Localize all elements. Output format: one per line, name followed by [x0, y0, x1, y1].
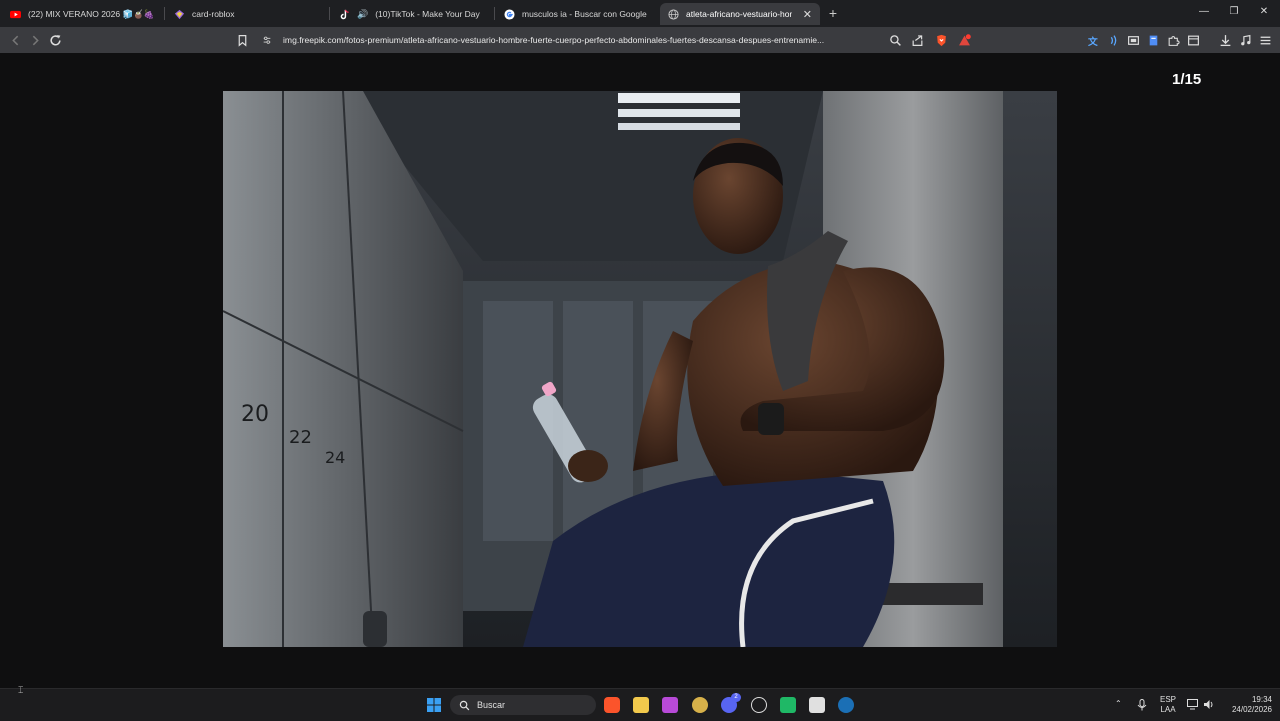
app-icon-gold[interactable] [692, 697, 708, 713]
brave-lion-icon [936, 34, 946, 46]
hamburger-menu-icon [1260, 36, 1270, 44]
globe-icon [668, 8, 679, 20]
tab-title: musculos ia - Buscar con Google [522, 9, 647, 19]
tiktok-icon [340, 9, 349, 19]
back-button[interactable] [8, 33, 22, 47]
read-aloud-extension[interactable] [1106, 33, 1120, 47]
google-icon [504, 8, 515, 20]
locker-number: 24 [325, 448, 345, 467]
roblox-icon [174, 9, 185, 19]
minimize-icon[interactable]: — [1197, 5, 1211, 19]
tab-tiktok[interactable]: 🔊 (10)TikTok - Make Your Day [331, 3, 491, 25]
steam-icon[interactable] [838, 697, 854, 713]
translate-extension[interactable]: 文 [1087, 33, 1101, 47]
share-button[interactable] [910, 33, 924, 47]
app-icon-outline[interactable] [751, 697, 767, 713]
tab-title: (10)TikTok - Make Your Day [375, 9, 480, 19]
windows-taskbar: ⌶ Buscar 2 ⌃ ESP LAA 19:34 24/02/2026 [0, 685, 1280, 721]
tab-freepik-image[interactable]: atleta-africano-vestuario-hombre ✕ [660, 3, 820, 25]
new-tab-button[interactable]: + [826, 4, 840, 22]
sound-waves-icon [1110, 34, 1116, 46]
tab-divider [164, 7, 165, 20]
bookmark-button[interactable] [235, 33, 249, 47]
restore-icon[interactable]: ❐ [1227, 5, 1241, 19]
extension-button-2[interactable] [1146, 33, 1160, 47]
sidebar-icon [1187, 35, 1199, 45]
close-window-icon[interactable]: ✕ [1257, 5, 1271, 19]
url-text[interactable]: img.freepik.com/fotos-premium/atleta-afr… [283, 35, 883, 45]
language-indicator[interactable]: ESP LAA [1160, 695, 1176, 715]
discord-badge: 2 [731, 693, 741, 702]
image-counter: 1/15 [1172, 71, 1202, 88]
extensions-button[interactable] [1166, 33, 1180, 47]
download-icon [1220, 34, 1230, 46]
tab-strip: (22) MIX VERANO 2026 🧊🧉🍇 (D/ card-roblox… [0, 0, 1280, 27]
youtube-icon [10, 10, 21, 18]
photo-illustration: 20 22 24 [223, 91, 1057, 647]
microphone-icon[interactable] [1137, 699, 1147, 711]
zoom-button[interactable] [888, 33, 902, 47]
taskbar-search[interactable]: Buscar [450, 695, 596, 715]
network-icon[interactable] [1187, 699, 1199, 710]
address-bar[interactable]: img.freepik.com/fotos-premium/atleta-afr… [256, 30, 883, 50]
forward-button[interactable] [28, 33, 42, 47]
search-icon [459, 700, 470, 710]
brave-shields-button[interactable] [934, 33, 948, 47]
keyboard-layout: LAA [1160, 705, 1176, 714]
app-icon-white[interactable] [809, 697, 825, 713]
music-icon [1240, 34, 1250, 45]
site-settings-icon[interactable] [262, 35, 272, 45]
translate-icon: 文 [1088, 34, 1098, 46]
language-code: ESP [1160, 695, 1177, 704]
locker-room-athlete-photo[interactable]: 20 22 24 [223, 91, 1057, 647]
bookmark-icon [238, 34, 246, 47]
volume-icon[interactable] [1203, 699, 1215, 710]
tab-title: card-roblox [192, 9, 235, 19]
sidebar-button[interactable] [1186, 33, 1200, 47]
windows-start-icon[interactable] [426, 697, 442, 713]
tab-title: atleta-africano-vestuario-hombre [686, 9, 792, 19]
speaker-icon[interactable]: 🔊 [357, 9, 368, 20]
forward-arrow-icon [32, 35, 39, 45]
file-explorer-icon[interactable] [633, 697, 649, 713]
tab-divider [494, 7, 495, 20]
tab-roblox[interactable]: card-roblox [166, 3, 326, 25]
tab-google[interactable]: musculos ia - Buscar con Google [496, 3, 656, 25]
close-tab-icon[interactable]: ✕ [803, 8, 812, 21]
locker-number: 22 [289, 427, 312, 448]
reload-button[interactable] [48, 33, 62, 47]
media-button[interactable] [1238, 33, 1252, 47]
reload-icon [49, 34, 61, 45]
app-icon-green[interactable] [780, 697, 796, 713]
locker-number: 20 [241, 402, 269, 427]
downloads-button[interactable] [1218, 33, 1232, 47]
cursor-icon: ⌶ [18, 685, 24, 695]
brave-rewards-button[interactable] [957, 33, 971, 47]
rewards-triangle-icon [958, 33, 971, 45]
share-icon [912, 34, 922, 46]
browser-toolbar: img.freepik.com/fotos-premium/atleta-afr… [0, 27, 1280, 53]
clock[interactable]: 19:34 24/02/2026 [1224, 695, 1272, 715]
clock-date: 24/02/2026 [1231, 705, 1272, 714]
puzzle-icon [1168, 35, 1180, 46]
document-icon [1149, 35, 1157, 45]
extension-button-1[interactable] [1126, 33, 1140, 47]
brave-taskbar-icon[interactable] [604, 697, 620, 713]
tab-title: (22) MIX VERANO 2026 🧊🧉🍇 (D/ [28, 8, 154, 19]
zoom-icon [889, 34, 901, 46]
tab-youtube[interactable]: (22) MIX VERANO 2026 🧊🧉🍇 (D/ [2, 3, 162, 25]
app-icon-purple[interactable] [662, 697, 678, 713]
menu-button[interactable] [1258, 33, 1272, 47]
back-arrow-icon [11, 35, 18, 45]
clock-time: 19:34 [1251, 695, 1272, 704]
window-icon [1127, 35, 1139, 45]
show-hidden-icons[interactable]: ⌃ [1115, 699, 1122, 709]
svg-text:文: 文 [1088, 34, 1098, 46]
search-placeholder: Buscar [477, 700, 506, 710]
tab-divider [329, 7, 330, 20]
